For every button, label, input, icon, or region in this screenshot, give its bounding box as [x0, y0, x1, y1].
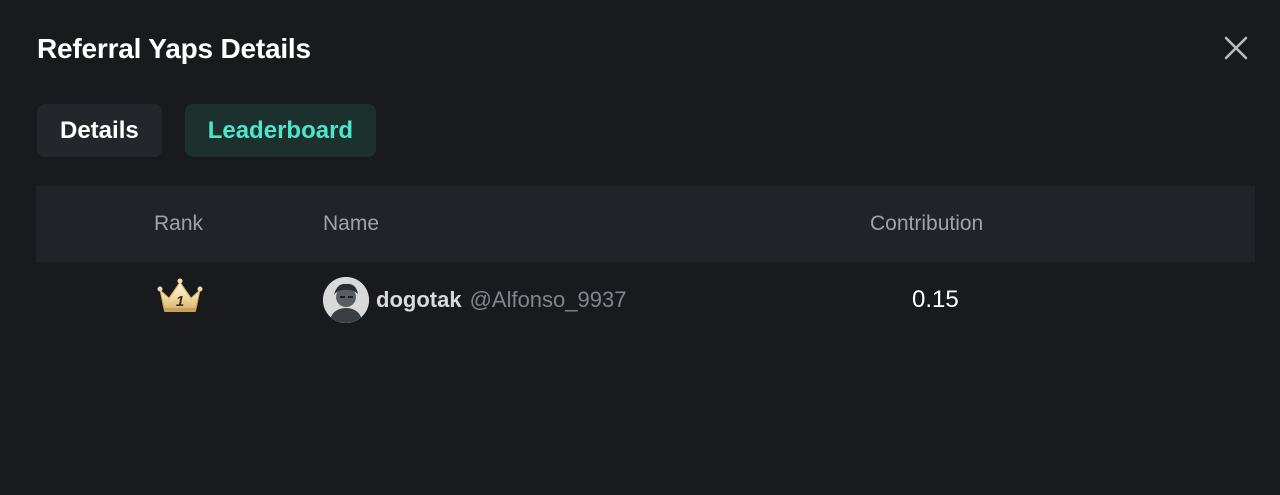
- table-header: Rank Name Contribution: [36, 186, 1255, 262]
- column-header-rank: Rank: [154, 212, 204, 235]
- table-row: 1 dogotak @Alfonso_9937 0.15: [36, 262, 1255, 338]
- referral-yaps-modal: Referral Yaps Details Details Leaderboar…: [0, 0, 1280, 495]
- tab-details[interactable]: Details: [37, 104, 162, 157]
- crown-icon: 1: [157, 278, 203, 312]
- username: dogotak: [376, 287, 462, 312]
- modal-title: Referral Yaps Details: [37, 33, 311, 64]
- close-icon: [1224, 36, 1248, 60]
- rank-number: 1: [176, 293, 184, 310]
- tab-leaderboard[interactable]: Leaderboard: [184, 104, 377, 157]
- column-header-contribution: Contribution: [870, 212, 984, 235]
- close-button[interactable]: [1220, 32, 1252, 64]
- column-header-name: Name: [323, 212, 380, 235]
- contribution-value: 0.15: [912, 286, 959, 313]
- avatar-image: [323, 277, 369, 323]
- avatar[interactable]: [323, 277, 369, 323]
- rank-cell: 1: [156, 276, 204, 316]
- user-cell[interactable]: dogotak @Alfonso_9937: [323, 277, 626, 323]
- tab-bar: Details Leaderboard: [37, 104, 377, 157]
- user-handle: @Alfonso_9937: [469, 287, 627, 312]
- leaderboard-table: Rank Name Contribution 1 dogotak @Alfons…: [36, 186, 1255, 338]
